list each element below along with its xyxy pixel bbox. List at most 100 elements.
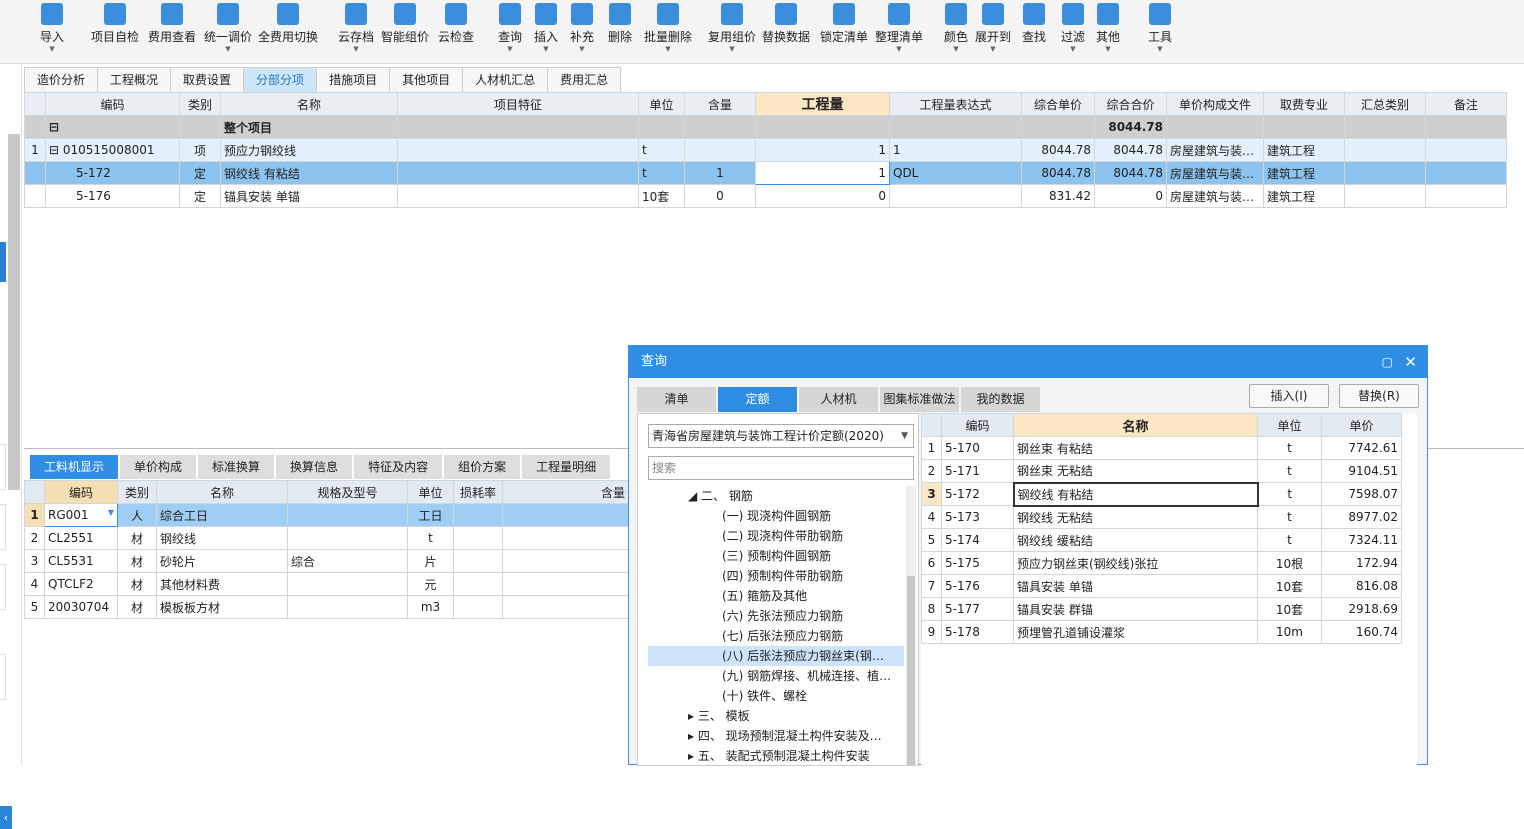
item-quantity-expr[interactable]: 1 bbox=[889, 138, 1022, 162]
maximize-icon[interactable]: ▢ bbox=[1382, 346, 1393, 378]
item-code[interactable]: ⊟ 010515008001 bbox=[45, 138, 180, 162]
tree-scrollbar[interactable] bbox=[906, 486, 916, 766]
quota-code[interactable]: 5-177 bbox=[941, 597, 1014, 621]
resource-name[interactable]: 综合工日 bbox=[156, 503, 288, 527]
organize-list-button[interactable]: 整理清单 ▼ bbox=[869, 0, 929, 64]
item-quantity-expr[interactable]: QDL bbox=[889, 161, 1022, 185]
resource-content[interactable] bbox=[502, 503, 629, 527]
tab-1[interactable]: 工程概况 bbox=[97, 67, 172, 92]
item-unit[interactable]: 10套 bbox=[638, 184, 685, 208]
column-header[interactable]: 编码 bbox=[941, 413, 1014, 437]
column-header[interactable]: 综合合价 bbox=[1094, 92, 1167, 116]
resource-content[interactable] bbox=[502, 526, 629, 550]
resource-loss-rate[interactable] bbox=[453, 503, 503, 527]
column-header[interactable]: 编码 bbox=[45, 92, 180, 116]
column-header[interactable]: 类别 bbox=[117, 480, 157, 504]
quota-row[interactable]: 9 5-178 预埋管孔道铺设灌浆 10m 160.74 bbox=[921, 620, 1402, 644]
table-row[interactable]: 5 20030704 材模板板方材 m3 bbox=[24, 595, 629, 619]
column-header[interactable]: 含量 bbox=[684, 92, 756, 116]
resource-name[interactable]: 钢绞线 bbox=[156, 526, 288, 550]
quota-code[interactable]: 5-171 bbox=[941, 459, 1014, 483]
item-qty-per[interactable]: 1 bbox=[684, 161, 756, 185]
quota-row[interactable]: 8 5-177 锚具安装 群锚 10套 2918.69 bbox=[921, 597, 1402, 621]
column-header[interactable]: 编码 bbox=[44, 480, 118, 504]
lock-button[interactable]: 锁定清单 bbox=[814, 0, 874, 64]
replace-button[interactable]: 替换(R) bbox=[1339, 384, 1419, 408]
replace-data-button[interactable]: 替换数据 bbox=[756, 0, 816, 64]
quota-row[interactable]: 2 5-171 钢丝束 无粘结 t 9104.51 bbox=[921, 459, 1402, 483]
column-header[interactable]: 单位 bbox=[407, 480, 454, 504]
collapse-icon[interactable]: ⊟ bbox=[49, 143, 63, 157]
table-row[interactable]: 1 RG001 ▼ 人综合工日 工日 bbox=[24, 503, 629, 527]
column-header[interactable]: 单价 bbox=[1321, 413, 1402, 437]
tree-node[interactable]: ◢ 二、 钢筋 bbox=[648, 486, 904, 506]
item-code[interactable]: 5-172 bbox=[45, 161, 180, 185]
quota-code[interactable]: 5-173 bbox=[941, 505, 1014, 529]
quota-name[interactable]: 锚具安装 单锚 bbox=[1013, 574, 1258, 598]
full-fee-switch-button[interactable]: 全费用切换 bbox=[258, 0, 318, 64]
tree-node[interactable]: (二) 现浇构件带肋钢筋 bbox=[648, 526, 904, 546]
item-name[interactable]: 锚具安装 单锚 bbox=[220, 184, 398, 208]
collapse-icon[interactable]: ⊟ bbox=[45, 115, 180, 139]
left-panel-tab[interactable] bbox=[0, 444, 6, 490]
resource-loss-rate[interactable] bbox=[453, 526, 503, 550]
quota-name[interactable]: 钢丝束 无粘结 bbox=[1013, 459, 1258, 483]
quota-name[interactable]: 预应力钢丝束(钢绞线)张拉 bbox=[1013, 551, 1258, 575]
dialog-tab-4[interactable]: 我的数据 bbox=[961, 387, 1040, 412]
tab-7[interactable]: 费用汇总 bbox=[547, 67, 622, 92]
tree-node[interactable]: (四) 预制构件带肋钢筋 bbox=[648, 566, 904, 586]
tab-5[interactable]: 其他项目 bbox=[389, 67, 464, 92]
chevron-down-icon[interactable]: ▼ bbox=[108, 508, 114, 517]
cloud-check-button[interactable]: 云检查 bbox=[426, 0, 486, 64]
resource-loss-rate[interactable] bbox=[453, 572, 503, 596]
tab-2[interactable]: 取费设置 bbox=[170, 67, 245, 92]
item-price-file[interactable]: 房屋建筑与装… bbox=[1166, 161, 1264, 185]
resource-name[interactable]: 砂轮片 bbox=[156, 549, 288, 573]
resource-name[interactable]: 其他材料费 bbox=[156, 572, 288, 596]
item-summary-type[interactable] bbox=[1344, 138, 1426, 162]
resource-content[interactable] bbox=[502, 572, 629, 596]
dialog-tab-0[interactable]: 清单 bbox=[637, 387, 716, 412]
resource-code[interactable]: QTCLF2 bbox=[44, 572, 118, 596]
item-fee-major[interactable]: 建筑工程 bbox=[1263, 184, 1345, 208]
resource-code[interactable]: RG001 ▼ bbox=[44, 503, 118, 527]
dialog-tab-3[interactable]: 图集标准做法 bbox=[880, 387, 959, 412]
project-check-button[interactable]: 项目自检 bbox=[85, 0, 145, 64]
tab-0[interactable]: 造价分析 bbox=[24, 67, 99, 92]
resource-spec[interactable] bbox=[287, 503, 408, 527]
item-qty-per[interactable] bbox=[684, 138, 756, 162]
fee-view-button[interactable]: 费用查看 bbox=[142, 0, 202, 64]
dialog-tab-2[interactable]: 人材机 bbox=[799, 387, 878, 412]
resource-name[interactable]: 模板板方材 bbox=[156, 595, 288, 619]
quota-book-select[interactable]: 青海省房屋建筑与装饰工程计价定额(2020) ▼ bbox=[648, 424, 914, 448]
item-remark[interactable] bbox=[1425, 161, 1507, 185]
resource-code[interactable]: CL5531 bbox=[44, 549, 118, 573]
quota-code[interactable]: 5-172 bbox=[941, 482, 1014, 506]
item-fee-major[interactable]: 建筑工程 bbox=[1263, 161, 1345, 185]
item-quantity[interactable]: 1 bbox=[755, 138, 890, 162]
item-feature[interactable] bbox=[397, 184, 639, 208]
tree-node[interactable]: (八) 后张法预应力钢丝束(钢… bbox=[648, 646, 904, 666]
column-header[interactable]: 单位 bbox=[1257, 413, 1322, 437]
tree-node[interactable]: (一) 现浇构件圆钢筋 bbox=[648, 506, 904, 526]
bottom-tab-2[interactable]: 标准换算 bbox=[198, 455, 275, 479]
reuse-pricing-button[interactable]: 复用组价 ▼ bbox=[702, 0, 762, 64]
resource-loss-rate[interactable] bbox=[453, 595, 503, 619]
other-button[interactable]: 其他 ▼ bbox=[1078, 0, 1138, 64]
resource-content[interactable] bbox=[502, 549, 629, 573]
item-qty-per[interactable]: 0 bbox=[684, 184, 756, 208]
item-unit[interactable]: t bbox=[638, 138, 685, 162]
resource-unit[interactable]: m3 bbox=[407, 595, 454, 619]
left-panel-tab[interactable] bbox=[0, 504, 6, 550]
tree-node[interactable]: (三) 预制构件圆钢筋 bbox=[648, 546, 904, 566]
quota-row[interactable]: 7 5-176 锚具安装 单锚 10套 816.08 bbox=[921, 574, 1402, 598]
table-row[interactable]: 1 ⊟ 010515008001 项预应力钢绞线 t 1 1 8044.78 8044.78 房… bbox=[24, 138, 1507, 162]
tree-node[interactable]: ▸ 五、 装配式预制混凝土构件安装 bbox=[648, 746, 904, 766]
tools-button[interactable]: 工具 ▼ bbox=[1130, 0, 1190, 64]
close-icon[interactable]: ✕ bbox=[1404, 346, 1417, 378]
resource-unit[interactable]: 片 bbox=[407, 549, 454, 573]
search-input[interactable]: 搜索 bbox=[648, 456, 914, 480]
resource-loss-rate[interactable] bbox=[453, 549, 503, 573]
item-unit[interactable]: t bbox=[638, 161, 685, 185]
batch-delete-button[interactable]: 批量删除 ▼ bbox=[638, 0, 698, 64]
